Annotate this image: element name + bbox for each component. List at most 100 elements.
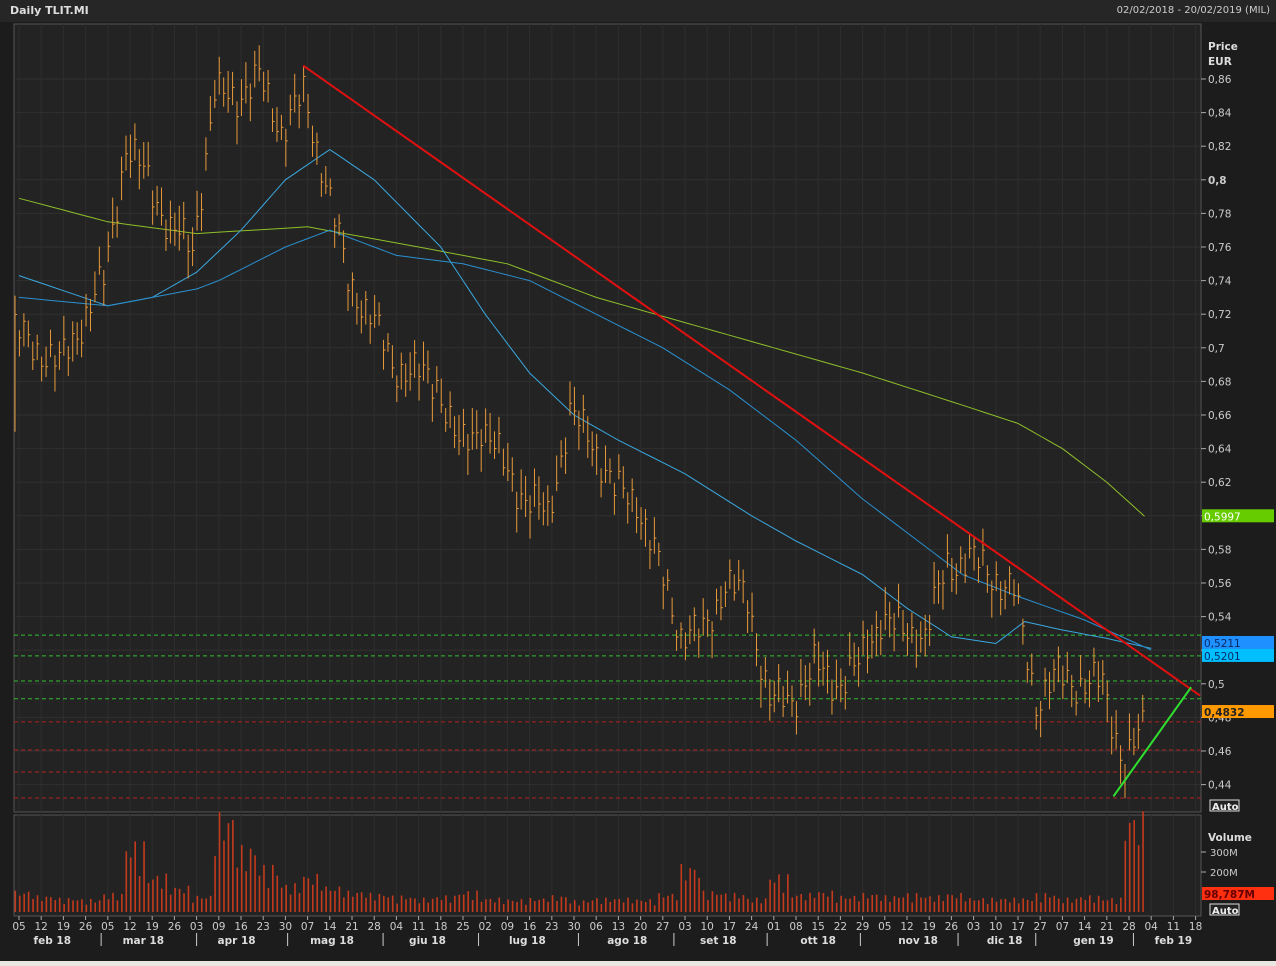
volume-bar xyxy=(711,891,714,912)
volume-bar xyxy=(569,903,572,912)
x-tick-label: 06 xyxy=(590,921,604,933)
volume-bar xyxy=(773,882,776,912)
month-label: lug 18 xyxy=(509,935,546,947)
volume-bar xyxy=(787,874,789,912)
y-tick-label: 0,66 xyxy=(1208,410,1232,422)
x-tick-label: 05 xyxy=(878,921,891,933)
volume-bar xyxy=(1062,903,1064,912)
x-tick-label: 10 xyxy=(701,921,714,933)
volume-bar xyxy=(582,900,585,912)
x-tick-label: 27 xyxy=(656,921,669,933)
volume-bar xyxy=(378,893,381,912)
y-tick-label: 0,86 xyxy=(1208,74,1232,86)
volume-bar xyxy=(893,896,896,912)
volume-bar xyxy=(800,893,802,912)
volume-bar xyxy=(311,884,314,912)
volume-bar xyxy=(1026,899,1029,912)
x-tick-label: 21 xyxy=(1100,921,1113,933)
volume-bar xyxy=(795,895,798,912)
volume-bar xyxy=(63,904,65,912)
volume-bar xyxy=(1124,840,1127,912)
x-tick-label: 13 xyxy=(612,921,625,933)
volume-bar xyxy=(18,895,21,912)
x-tick-label: 05 xyxy=(101,921,114,933)
volume-bar xyxy=(525,904,527,912)
volume-bar xyxy=(973,900,976,912)
price-chart[interactable]: 0,86 0,84 0,82 0,8 0,78 0,76 0,74 0,72 0,7 0,68 0,… xyxy=(0,0,1276,961)
volume-bar xyxy=(183,893,185,912)
volume-bar xyxy=(422,897,425,912)
volume-bar xyxy=(1128,822,1131,912)
volume-bar xyxy=(982,898,985,912)
y-tick-label: 0,58 xyxy=(1208,544,1231,556)
volume-bar xyxy=(27,891,30,912)
volume-bar xyxy=(955,898,958,912)
volume-bar xyxy=(622,902,625,912)
month-label: mar 18 xyxy=(123,935,164,947)
x-tick-label: 03 xyxy=(678,921,691,933)
volume-bar xyxy=(369,892,372,912)
volume-bar xyxy=(742,895,745,912)
volume-bar xyxy=(1102,900,1104,912)
volume-bar xyxy=(1022,898,1024,912)
volume-bar xyxy=(276,875,279,912)
volume-bar xyxy=(782,892,785,912)
month-label: ago 18 xyxy=(607,935,647,947)
volume-bar xyxy=(218,811,221,912)
volume-bar xyxy=(76,900,79,912)
volume-bar xyxy=(343,897,345,912)
volume-bar xyxy=(813,897,816,912)
volume-bar xyxy=(707,900,709,912)
volume-bar xyxy=(174,887,176,912)
x-tick-label: 01 xyxy=(767,921,780,933)
volume-bar xyxy=(747,898,749,912)
volume-bar xyxy=(835,902,838,912)
volume-bar xyxy=(209,895,212,912)
volume-bar xyxy=(733,892,736,912)
month-label: gen 19 xyxy=(1073,935,1113,947)
volume-bar xyxy=(676,900,678,912)
volume-bar xyxy=(760,903,763,912)
y-tick-label: 0,74 xyxy=(1208,276,1232,288)
volume-bar xyxy=(627,897,629,912)
x-tick-label: 10 xyxy=(989,921,1002,933)
volume-bar xyxy=(161,888,163,912)
month-label: feb 18 xyxy=(34,935,71,947)
volume-bar xyxy=(187,885,190,912)
x-tick-label: 19 xyxy=(146,921,159,933)
volume-bar xyxy=(138,875,141,912)
volume-bar xyxy=(396,903,398,912)
x-tick-label: 03 xyxy=(190,921,203,933)
x-tick-label: 26 xyxy=(168,921,182,933)
volume-bar xyxy=(200,898,203,912)
y-tick-label: 0,7 xyxy=(1208,343,1225,355)
volume-bar xyxy=(227,823,230,912)
y-tick-label: 0,8 xyxy=(1208,175,1227,187)
x-tick-label: 26 xyxy=(79,921,93,933)
status-strip xyxy=(0,961,1276,966)
volume-bar xyxy=(929,896,931,912)
price-panel xyxy=(13,23,1202,813)
volume-bar xyxy=(125,851,128,912)
volume-tick-label: 200M xyxy=(1210,868,1238,879)
auto-scale-label[interactable]: Auto xyxy=(1212,802,1239,813)
volume-bar xyxy=(755,897,758,912)
volume-bar xyxy=(702,890,705,912)
auto-scale-label[interactable]: Auto xyxy=(1212,906,1239,917)
y-tick-label: 0,82 xyxy=(1208,141,1231,153)
price-axis-label: Price xyxy=(1208,41,1238,53)
volume-bar xyxy=(476,890,478,912)
volume-bar xyxy=(387,897,390,912)
volume-bar xyxy=(351,896,354,912)
volume-bar xyxy=(547,901,549,912)
volume-bar xyxy=(858,901,860,912)
volume-bar xyxy=(236,867,239,912)
y-tick-label: 0,56 xyxy=(1208,578,1232,590)
volume-bar xyxy=(214,856,216,912)
volume-bar xyxy=(1009,902,1011,912)
volume-bar xyxy=(1071,902,1073,912)
volume-bar xyxy=(684,880,687,912)
volume-bar xyxy=(325,886,327,912)
volume-bar xyxy=(67,898,70,912)
volume-bar xyxy=(391,895,394,912)
